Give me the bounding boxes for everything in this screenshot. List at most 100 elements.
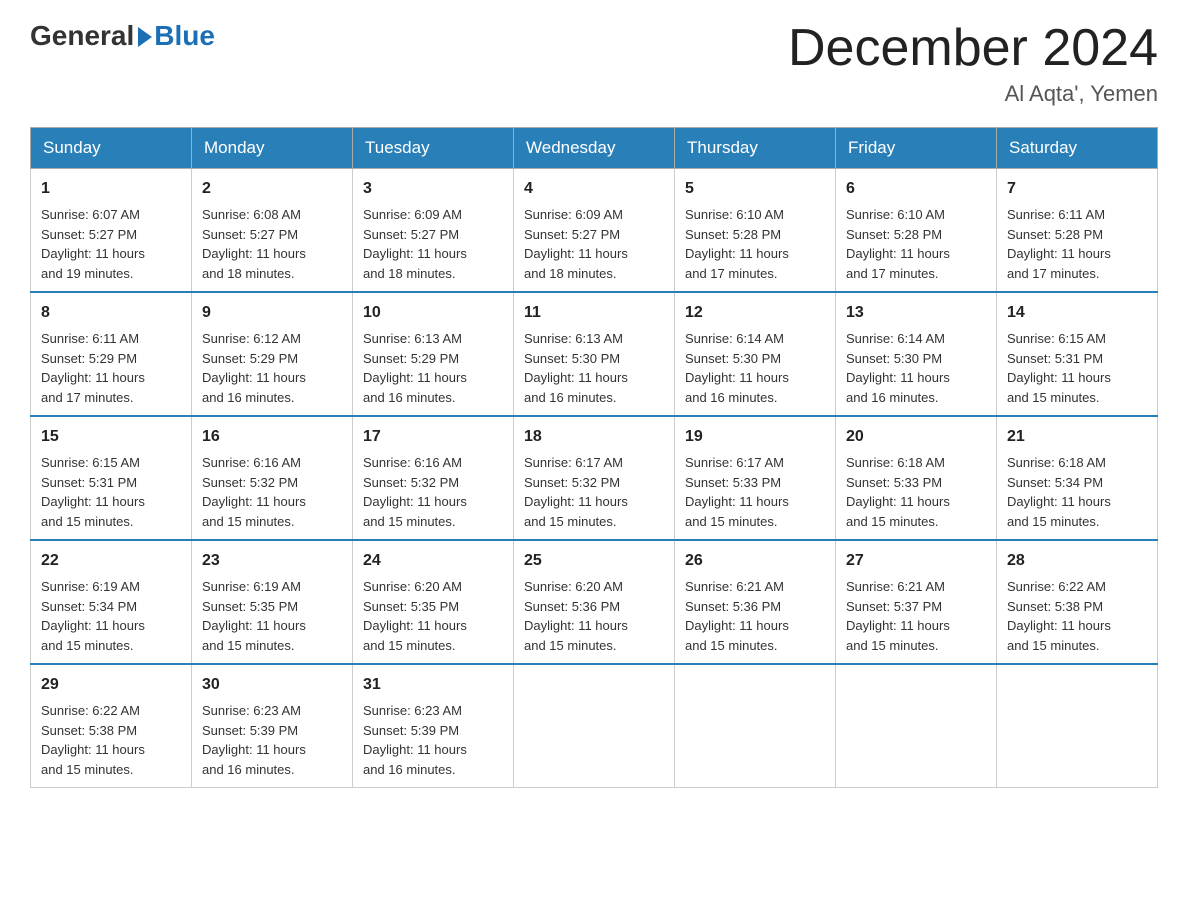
day-info: Sunrise: 6:07 AMSunset: 5:27 PMDaylight:… [41, 205, 181, 283]
day-info: Sunrise: 6:10 AMSunset: 5:28 PMDaylight:… [846, 205, 986, 283]
day-info: Sunrise: 6:21 AMSunset: 5:37 PMDaylight:… [846, 577, 986, 655]
day-number: 24 [363, 549, 503, 573]
title-section: December 2024 Al Aqta', Yemen [788, 20, 1158, 107]
day-number: 28 [1007, 549, 1147, 573]
day-number: 30 [202, 673, 342, 697]
day-info: Sunrise: 6:09 AMSunset: 5:27 PMDaylight:… [363, 205, 503, 283]
column-header-sunday: Sunday [31, 128, 192, 169]
calendar-table: SundayMondayTuesdayWednesdayThursdayFrid… [30, 127, 1158, 788]
week-row-2: 8Sunrise: 6:11 AMSunset: 5:29 PMDaylight… [31, 292, 1158, 416]
day-number: 10 [363, 301, 503, 325]
day-info: Sunrise: 6:21 AMSunset: 5:36 PMDaylight:… [685, 577, 825, 655]
day-info: Sunrise: 6:19 AMSunset: 5:35 PMDaylight:… [202, 577, 342, 655]
day-number: 13 [846, 301, 986, 325]
day-number: 3 [363, 177, 503, 201]
day-cell: 1 Sunrise: 6:07 AMSunset: 5:27 PMDaylight… [31, 169, 192, 293]
column-header-saturday: Saturday [997, 128, 1158, 169]
day-number: 14 [1007, 301, 1147, 325]
day-cell: 16 Sunrise: 6:16 AMSunset: 5:32 PMDayligh… [192, 416, 353, 540]
day-cell [836, 664, 997, 788]
day-number: 2 [202, 177, 342, 201]
day-cell: 8Sunrise: 6:11 AMSunset: 5:29 PMDaylight… [31, 292, 192, 416]
column-header-monday: Monday [192, 128, 353, 169]
day-info: Sunrise: 6:15 AMSunset: 5:31 PMDaylight:… [41, 453, 181, 531]
day-cell: 9 Sunrise: 6:12 AMSunset: 5:29 PMDaylight… [192, 292, 353, 416]
week-row-1: 1 Sunrise: 6:07 AMSunset: 5:27 PMDaylight… [31, 169, 1158, 293]
day-info: Sunrise: 6:14 AMSunset: 5:30 PMDaylight:… [846, 329, 986, 407]
day-number: 1 [41, 177, 181, 201]
day-number: 18 [524, 425, 664, 449]
day-info: Sunrise: 6:20 AMSunset: 5:36 PMDaylight:… [524, 577, 664, 655]
day-cell: 24 Sunrise: 6:20 AMSunset: 5:35 PMDayligh… [353, 540, 514, 664]
day-number: 7 [1007, 177, 1147, 201]
day-number: 20 [846, 425, 986, 449]
day-info: Sunrise: 6:11 AMSunset: 5:28 PMDaylight:… [1007, 205, 1147, 283]
day-cell: 27Sunrise: 6:21 AMSunset: 5:37 PMDayligh… [836, 540, 997, 664]
logo-arrow-icon [138, 27, 152, 47]
logo-blue-text: Blue [154, 20, 215, 52]
day-cell: 3 Sunrise: 6:09 AMSunset: 5:27 PMDaylight… [353, 169, 514, 293]
day-info: Sunrise: 6:22 AMSunset: 5:38 PMDaylight:… [1007, 577, 1147, 655]
month-title: December 2024 [788, 20, 1158, 77]
day-info: Sunrise: 6:18 AMSunset: 5:34 PMDaylight:… [1007, 453, 1147, 531]
day-number: 5 [685, 177, 825, 201]
day-number: 9 [202, 301, 342, 325]
day-cell: 7 Sunrise: 6:11 AMSunset: 5:28 PMDaylight… [997, 169, 1158, 293]
day-number: 31 [363, 673, 503, 697]
day-info: Sunrise: 6:23 AMSunset: 5:39 PMDaylight:… [363, 701, 503, 779]
day-info: Sunrise: 6:22 AMSunset: 5:38 PMDaylight:… [41, 701, 181, 779]
week-row-5: 29 Sunrise: 6:22 AMSunset: 5:38 PMDayligh… [31, 664, 1158, 788]
day-info: Sunrise: 6:16 AMSunset: 5:32 PMDaylight:… [363, 453, 503, 531]
location-text: Al Aqta', Yemen [788, 81, 1158, 107]
day-cell: 21Sunrise: 6:18 AMSunset: 5:34 PMDayligh… [997, 416, 1158, 540]
day-number: 17 [363, 425, 503, 449]
day-cell: 19 Sunrise: 6:17 AMSunset: 5:33 PMDayligh… [675, 416, 836, 540]
day-info: Sunrise: 6:10 AMSunset: 5:28 PMDaylight:… [685, 205, 825, 283]
day-cell: 2 Sunrise: 6:08 AMSunset: 5:27 PMDaylight… [192, 169, 353, 293]
day-info: Sunrise: 6:08 AMSunset: 5:27 PMDaylight:… [202, 205, 342, 283]
day-cell: 23Sunrise: 6:19 AMSunset: 5:35 PMDayligh… [192, 540, 353, 664]
day-number: 12 [685, 301, 825, 325]
day-info: Sunrise: 6:13 AMSunset: 5:30 PMDaylight:… [524, 329, 664, 407]
day-cell: 26Sunrise: 6:21 AMSunset: 5:36 PMDayligh… [675, 540, 836, 664]
day-info: Sunrise: 6:20 AMSunset: 5:35 PMDaylight:… [363, 577, 503, 655]
day-info: Sunrise: 6:18 AMSunset: 5:33 PMDaylight:… [846, 453, 986, 531]
day-cell: 18 Sunrise: 6:17 AMSunset: 5:32 PMDayligh… [514, 416, 675, 540]
day-info: Sunrise: 6:16 AMSunset: 5:32 PMDaylight:… [202, 453, 342, 531]
header-row: SundayMondayTuesdayWednesdayThursdayFrid… [31, 128, 1158, 169]
day-cell: 28 Sunrise: 6:22 AMSunset: 5:38 PMDayligh… [997, 540, 1158, 664]
day-cell: 4 Sunrise: 6:09 AMSunset: 5:27 PMDaylight… [514, 169, 675, 293]
day-info: Sunrise: 6:17 AMSunset: 5:33 PMDaylight:… [685, 453, 825, 531]
day-info: Sunrise: 6:13 AMSunset: 5:29 PMDaylight:… [363, 329, 503, 407]
week-row-4: 22 Sunrise: 6:19 AMSunset: 5:34 PMDayligh… [31, 540, 1158, 664]
day-cell [997, 664, 1158, 788]
day-info: Sunrise: 6:14 AMSunset: 5:30 PMDaylight:… [685, 329, 825, 407]
day-cell: 14 Sunrise: 6:15 AMSunset: 5:31 PMDayligh… [997, 292, 1158, 416]
day-cell: 29 Sunrise: 6:22 AMSunset: 5:38 PMDayligh… [31, 664, 192, 788]
day-number: 19 [685, 425, 825, 449]
day-cell: 5 Sunrise: 6:10 AMSunset: 5:28 PMDaylight… [675, 169, 836, 293]
day-cell: 22 Sunrise: 6:19 AMSunset: 5:34 PMDayligh… [31, 540, 192, 664]
day-cell: 20 Sunrise: 6:18 AMSunset: 5:33 PMDayligh… [836, 416, 997, 540]
day-info: Sunrise: 6:19 AMSunset: 5:34 PMDaylight:… [41, 577, 181, 655]
day-cell: 15Sunrise: 6:15 AMSunset: 5:31 PMDayligh… [31, 416, 192, 540]
day-cell: 10 Sunrise: 6:13 AMSunset: 5:29 PMDayligh… [353, 292, 514, 416]
day-cell: 30 Sunrise: 6:23 AMSunset: 5:39 PMDayligh… [192, 664, 353, 788]
day-info: Sunrise: 6:23 AMSunset: 5:39 PMDaylight:… [202, 701, 342, 779]
day-info: Sunrise: 6:15 AMSunset: 5:31 PMDaylight:… [1007, 329, 1147, 407]
day-number: 4 [524, 177, 664, 201]
day-cell: 17 Sunrise: 6:16 AMSunset: 5:32 PMDayligh… [353, 416, 514, 540]
day-info: Sunrise: 6:12 AMSunset: 5:29 PMDaylight:… [202, 329, 342, 407]
day-number: 22 [41, 549, 181, 573]
day-number: 16 [202, 425, 342, 449]
logo-general-text: General [30, 20, 134, 52]
day-number: 25 [524, 549, 664, 573]
day-cell: 6Sunrise: 6:10 AMSunset: 5:28 PMDaylight… [836, 169, 997, 293]
page-header: General Blue December 2024 Al Aqta', Yem… [30, 20, 1158, 107]
column-header-thursday: Thursday [675, 128, 836, 169]
day-info: Sunrise: 6:17 AMSunset: 5:32 PMDaylight:… [524, 453, 664, 531]
day-info: Sunrise: 6:09 AMSunset: 5:27 PMDaylight:… [524, 205, 664, 283]
day-cell: 31 Sunrise: 6:23 AMSunset: 5:39 PMDayligh… [353, 664, 514, 788]
column-header-wednesday: Wednesday [514, 128, 675, 169]
day-number: 29 [41, 673, 181, 697]
